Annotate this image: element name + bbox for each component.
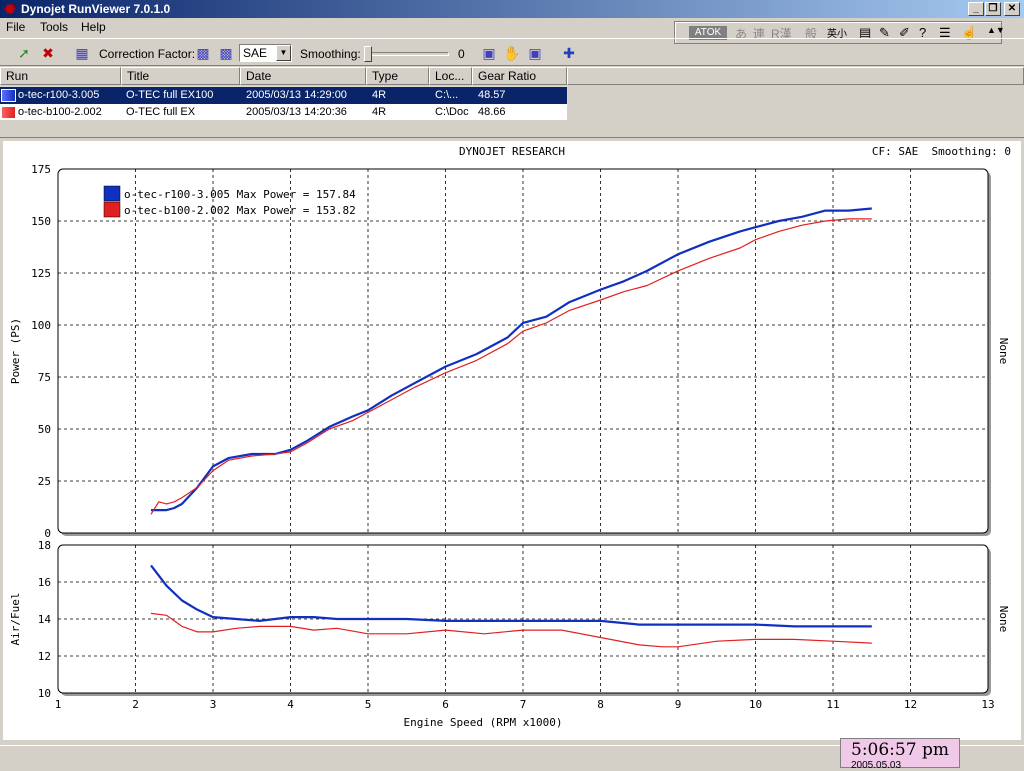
menu-file[interactable]: File [6, 20, 25, 34]
title-bar: ✹ Dynojet RunViewer 7.0.1.0 _ ❐ ✕ [0, 0, 1024, 18]
column-date[interactable]: Date [240, 67, 366, 85]
run-row[interactable]: o-tec-r100-3.005 O-TEC full EX100 2005/0… [0, 86, 568, 105]
column-title[interactable]: Title [121, 67, 240, 85]
correction-factor-select[interactable]: SAE ▼ [239, 44, 292, 62]
x-tick-label: 6 [442, 698, 449, 711]
x-tick-label: 11 [826, 698, 839, 711]
close-button[interactable]: ✕ [1004, 2, 1020, 16]
x-tick-label: 4 [287, 698, 294, 711]
y-tick-label: 16 [38, 576, 51, 589]
y-tick-label: 18 [38, 539, 51, 552]
legend-swatch [103, 201, 121, 218]
smoothing-label: Smoothing: [300, 47, 361, 61]
fit-icon[interactable]: ▣ [525, 43, 545, 63]
y-tick-label: 25 [38, 475, 51, 488]
column-location[interactable]: Loc... [429, 67, 472, 85]
chart-panel: DYNOJET RESEARCH CF: SAE Smoothing: 0 02… [3, 141, 1021, 740]
ime-scroll-icon[interactable]: ▲▼ [987, 25, 1005, 35]
zoom-icon[interactable]: ▣ [479, 43, 499, 63]
column-run[interactable]: Run [0, 67, 121, 85]
run-type: 4R [372, 89, 387, 101]
run-date: 2005/03/13 14:29:00 [246, 89, 347, 101]
y-tick-label: 12 [38, 650, 51, 663]
correction-sae-icon[interactable]: ▩ [216, 43, 236, 63]
x-tick-label: 9 [675, 698, 682, 711]
y-tick-label: 150 [31, 215, 51, 228]
dyno-chart[interactable]: DYNOJET RESEARCH CF: SAE Smoothing: 0 02… [3, 141, 1021, 740]
chevron-down-icon[interactable]: ▼ [276, 45, 291, 61]
legend-swatch [103, 185, 121, 202]
chart-title: DYNOJET RESEARCH [459, 145, 565, 158]
x-tick-label: 1 [55, 698, 62, 711]
clock-date: 2005.05.03 [851, 760, 902, 771]
run-title: O-TEC full EX [126, 106, 196, 118]
run-location: C:\... [435, 89, 459, 101]
smoothing-value: 0 [458, 47, 465, 61]
x-tick-label: 13 [981, 698, 994, 711]
run-row[interactable]: o-tec-b100-2.002 O-TEC full EX 2005/03/1… [0, 104, 567, 121]
x-tick-label: 5 [365, 698, 372, 711]
open-run-icon[interactable]: ➚ [14, 43, 34, 63]
clock-time: 5:06:57 pm [851, 740, 949, 760]
pan-hand-icon[interactable]: ✋ [502, 43, 522, 63]
x-tick-label: 8 [597, 698, 604, 711]
y-tick-label: 10 [38, 687, 51, 700]
y-tick-label: 50 [38, 423, 51, 436]
right-axis-label: None [997, 606, 1010, 633]
legend-entry: o-tec-r100-3.005 Max Power = 157.84 [124, 188, 356, 201]
y-axis-label: Power (PS) [9, 318, 22, 384]
run-date: 2005/03/13 14:20:36 [246, 106, 347, 118]
dynojet-app-icon[interactable]: ✹ [2, 1, 18, 17]
run-gear-ratio: 48.66 [478, 106, 506, 118]
chart-info: CF: SAE Smoothing: 0 [872, 145, 1011, 158]
x-tick-label: 12 [904, 698, 917, 711]
run-type: 4R [372, 106, 387, 118]
correction-factor-label: Correction Factor: [99, 47, 196, 61]
y-tick-label: 14 [38, 613, 52, 626]
slider-track [364, 52, 449, 56]
power-plot: 0255075100125150175Power (PS) Noneo-tec-r… [9, 163, 1010, 540]
minimize-button[interactable]: _ [968, 2, 984, 16]
run-list-header: Run Title Date Type Loc... Gear Ratio [0, 67, 1024, 85]
x-tick-label: 2 [132, 698, 139, 711]
menu-help[interactable]: Help [81, 20, 106, 34]
correction-factor-value: SAE [243, 46, 268, 60]
remove-run-icon[interactable]: ✖ [38, 43, 58, 63]
list-bottom-area [0, 120, 1024, 138]
crosshair-icon[interactable]: ✚ [559, 43, 579, 63]
toolbar: ➚ ✖ ▦ Correction Factor: ▩ ▩ SAE ▼ Smoot… [0, 38, 1024, 66]
x-tick-label: 10 [749, 698, 762, 711]
correction-std-icon[interactable]: ▩ [193, 43, 213, 63]
y-tick-label: 100 [31, 319, 51, 332]
run-name: o-tec-r100-3.005 [18, 89, 100, 101]
maximize-button[interactable]: ❐ [985, 2, 1001, 16]
run-name: o-tec-b100-2.002 [18, 106, 102, 118]
y-axis-label: Air/Fuel [9, 593, 22, 646]
taskbar-clock: 5:06:57 pm 2005.05.03 [840, 738, 960, 771]
run-gear-ratio: 48.57 [478, 89, 506, 101]
column-gear-ratio[interactable]: Gear Ratio [472, 67, 567, 85]
smoothing-slider[interactable] [364, 46, 449, 62]
window-title: Dynojet RunViewer 7.0.1.0 [21, 2, 171, 16]
run-color-swatch [1, 106, 16, 119]
x-axis-label: Engine Speed (RPM x1000) [404, 716, 563, 729]
run-color-swatch [1, 89, 16, 102]
right-axis-label: None [997, 338, 1010, 365]
graph-icon[interactable]: ▦ [72, 43, 92, 63]
menu-tools[interactable]: Tools [40, 20, 68, 34]
y-tick-label: 125 [31, 267, 51, 280]
run-location: C:\Doc [435, 106, 469, 118]
x-tick-label: 7 [520, 698, 527, 711]
y-tick-label: 175 [31, 163, 51, 176]
x-tick-label: 3 [210, 698, 217, 711]
column-filler [567, 67, 1024, 85]
y-tick-label: 75 [38, 371, 51, 384]
column-type[interactable]: Type [366, 67, 429, 85]
run-title: O-TEC full EX100 [126, 89, 214, 101]
slider-thumb[interactable] [364, 46, 372, 62]
air-fuel-plot: 1012141618Air/Fuel None1 2 3 4 5 6 7 8 9 10 11 12 13E… [9, 539, 1010, 729]
legend-entry: o-tec-b100-2.002 Max Power = 153.82 [124, 204, 356, 217]
